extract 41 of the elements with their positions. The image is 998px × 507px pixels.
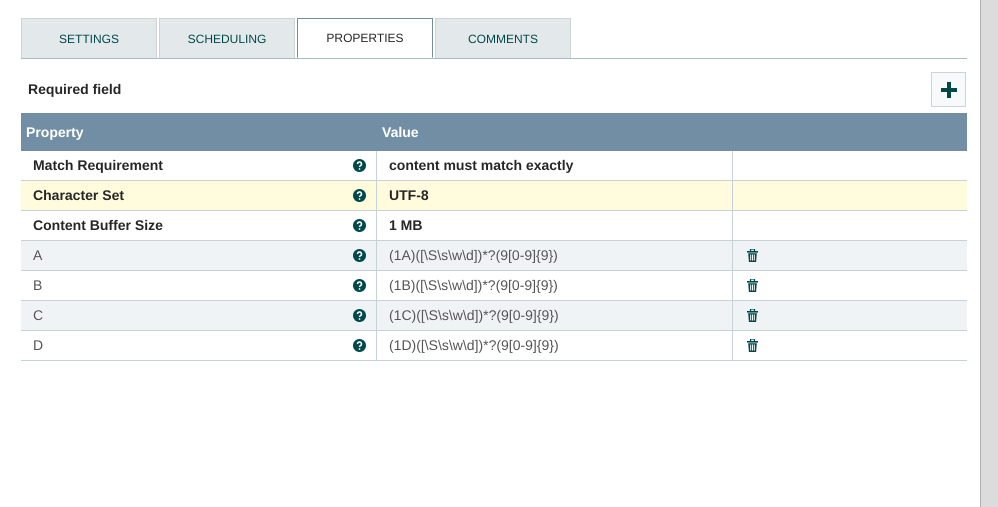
property-name: C — [33, 306, 44, 325]
table-row[interactable]: Match Requirement content must match exactly — [21, 151, 967, 181]
property-value: (1A)([\S\s\w\d])*?(9[0-9]{9}) — [389, 246, 558, 265]
table-row[interactable]: A (1A)([\S\s\w\d])*?(9[0-9]{9}) — [21, 241, 967, 271]
table-row[interactable]: Character Set UTF-8 — [21, 181, 967, 211]
help-icon[interactable] — [353, 279, 366, 292]
property-name: A — [33, 246, 42, 265]
trash-icon[interactable] — [747, 279, 758, 292]
help-icon[interactable] — [353, 339, 366, 352]
help-icon[interactable] — [353, 249, 366, 262]
tab[interactable]: SCHEDULING — [159, 18, 295, 58]
trash-icon[interactable] — [747, 339, 758, 352]
property-value: (1C)([\S\s\w\d])*?(9[0-9]{9}) — [389, 306, 559, 325]
help-icon[interactable] — [353, 159, 366, 172]
column-header: Property — [25, 122, 85, 142]
table-row[interactable]: C (1C)([\S\s\w\d])*?(9[0-9]{9}) — [21, 301, 967, 331]
table-row[interactable]: Content Buffer Size 1 MB — [21, 211, 967, 241]
tab[interactable]: PROPERTIES — [297, 18, 433, 58]
table-row[interactable]: D (1D)([\S\s\w\d])*?(9[0-9]{9}) — [21, 331, 967, 361]
column-header: Value — [381, 122, 419, 142]
trash-icon[interactable] — [747, 309, 758, 322]
property-value: (1D)([\S\s\w\d])*?(9[0-9]{9}) — [389, 336, 559, 355]
tab[interactable]: SETTINGS — [21, 18, 157, 58]
property-value: content must match exactly — [389, 156, 574, 175]
property-name: Content Buffer Size — [33, 216, 163, 235]
table-row[interactable]: B (1B)([\S\s\w\d])*?(9[0-9]{9}) — [21, 271, 967, 301]
property-name: Character Set — [33, 186, 124, 205]
trash-icon[interactable] — [747, 249, 758, 262]
required-field-label: Required field — [28, 80, 122, 99]
plus-icon — [940, 82, 956, 98]
tab[interactable]: COMMENTS — [435, 18, 571, 58]
property-value: 1 MB — [389, 216, 422, 235]
property-value: UTF-8 — [389, 186, 429, 205]
property-name: B — [33, 276, 42, 295]
property-name: Match Requirement — [33, 156, 163, 175]
help-icon[interactable] — [353, 189, 366, 202]
add-property-button[interactable] — [931, 72, 966, 107]
property-name: D — [33, 336, 44, 355]
help-icon[interactable] — [353, 309, 366, 322]
help-icon[interactable] — [353, 219, 366, 232]
property-value: (1B)([\S\s\w\d])*?(9[0-9]{9}) — [389, 276, 558, 295]
